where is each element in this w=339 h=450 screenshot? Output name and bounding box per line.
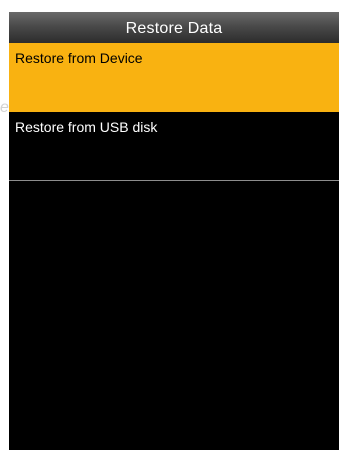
- menu-item-label: Restore from USB disk: [15, 119, 158, 135]
- menu-item-restore-from-usb-disk[interactable]: Restore from USB disk: [9, 112, 339, 181]
- restore-menu: Restore from Device Restore from USB dis…: [9, 43, 339, 181]
- screen-title: Restore Data: [9, 12, 339, 43]
- device-screen: Restore Data Restore from Device Restore…: [9, 12, 339, 450]
- menu-item-restore-from-device[interactable]: Restore from Device: [9, 43, 339, 112]
- menu-item-label: Restore from Device: [15, 50, 143, 66]
